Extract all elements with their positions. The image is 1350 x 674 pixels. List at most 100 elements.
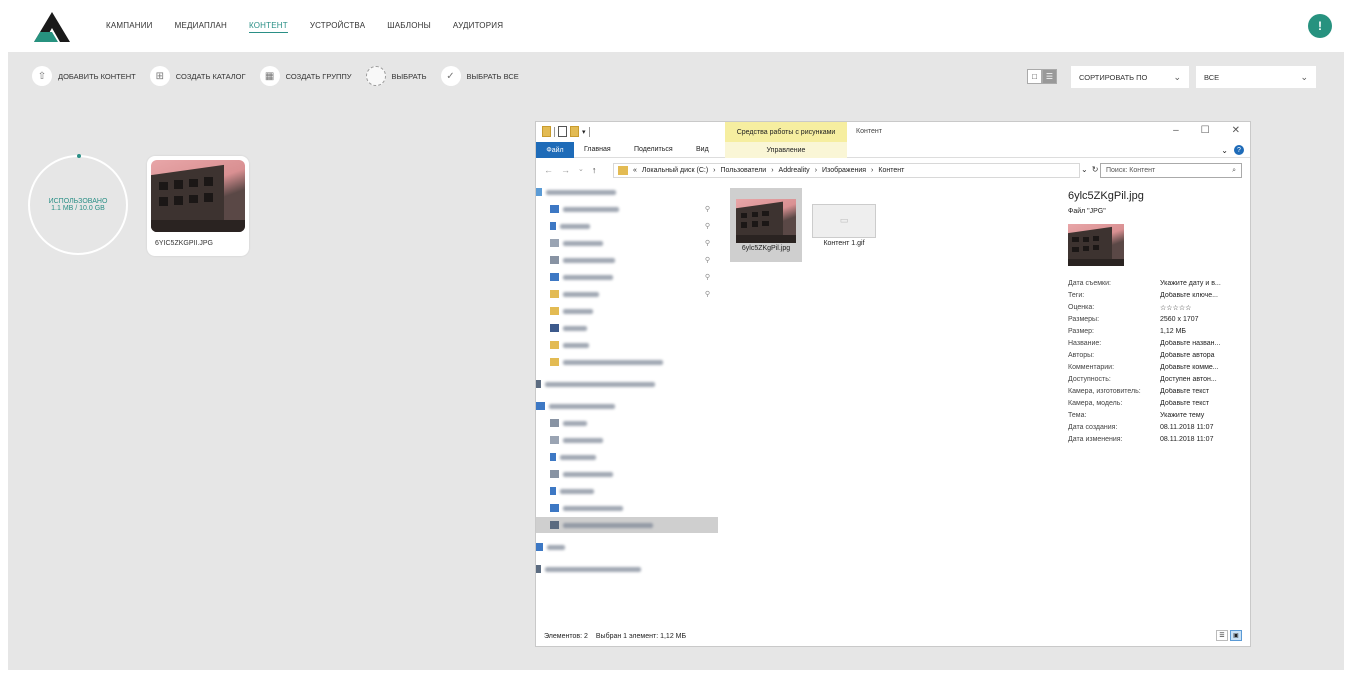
history-dropdown-icon[interactable]: ⌄ — [1081, 165, 1088, 174]
select-all-button[interactable]: ✓ ВЫБРАТЬ ВСЕ — [440, 66, 519, 86]
property-row[interactable]: Тема: Укажите тему — [1068, 412, 1246, 419]
sort-dropdown[interactable]: СОРТИРОВАТЬ ПО ⌄ — [1071, 66, 1189, 88]
rating-stars[interactable]: ☆☆☆☆☆ — [1160, 304, 1246, 312]
filter-dropdown[interactable]: ВСЕ ⌄ — [1196, 66, 1316, 88]
ribbon-tab-view[interactable]: Вид — [696, 146, 709, 153]
add-content-label: ДОБАВИТЬ КОНТЕНТ — [58, 71, 136, 81]
forward-arrow-icon[interactable]: → — [561, 165, 570, 175]
tree-item[interactable] — [536, 415, 718, 431]
pin-icon: ⚲ — [704, 240, 710, 247]
recent-dropdown-icon[interactable]: ⌄ — [578, 165, 584, 175]
tree-item[interactable] — [536, 539, 718, 555]
minimize-icon[interactable]: – — [1173, 125, 1179, 136]
ribbon-tab-manage[interactable]: Управление — [725, 142, 847, 158]
property-row[interactable]: Название: Добавьте назван... — [1068, 340, 1246, 347]
nav-mediaplan[interactable]: МЕДИАПЛАН — [175, 21, 227, 33]
grid-view-icon[interactable]: □ — [1027, 69, 1042, 84]
close-icon[interactable]: ✕ — [1232, 125, 1240, 136]
create-folder-button[interactable]: ⊞ СОЗДАТЬ КАТАЛОГ — [149, 66, 246, 86]
select-circle-icon — [365, 66, 386, 86]
tree-item-selected[interactable] — [536, 517, 718, 533]
add-content-button[interactable]: ⇧ ДОБАВИТЬ КОНТЕНТ — [32, 66, 136, 86]
building-image — [151, 160, 245, 232]
tree-item[interactable] — [536, 376, 718, 392]
chevron-down-icon[interactable]: ⌄ — [1221, 146, 1228, 155]
explorer-window-title: Контент — [856, 128, 882, 135]
tree-item[interactable] — [536, 500, 718, 516]
nav-templates[interactable]: ШАБЛОНЫ — [387, 21, 431, 33]
file-item-jpg[interactable]: 6ylc5ZKgPil.jpg — [730, 188, 802, 262]
tree-item[interactable]: ⚲ — [536, 235, 718, 251]
search-placeholder: Поиск: Контент — [1106, 167, 1156, 174]
ribbon-tab-share[interactable]: Поделиться — [634, 146, 673, 153]
file-item-gif[interactable]: ▭ Контент 1.gif — [808, 188, 880, 262]
up-arrow-icon[interactable]: ↑ — [592, 165, 597, 175]
tree-item[interactable] — [536, 483, 718, 499]
nav-campaigns[interactable]: КАМПАНИИ — [106, 21, 153, 33]
large-icons-view-icon[interactable]: ▣ — [1230, 630, 1242, 641]
folder-icon — [618, 166, 628, 175]
tree-item[interactable] — [536, 184, 718, 200]
breadcrumb-images[interactable]: Изображения — [822, 167, 866, 174]
maximize-icon[interactable]: ☐ — [1201, 125, 1210, 136]
view-mode-buttons: ☰ ▣ — [1216, 630, 1242, 641]
tree-item[interactable] — [536, 320, 718, 336]
picture-tools-tab[interactable]: Средства работы с рисунками — [725, 122, 847, 142]
property-row[interactable]: Дата съемки: Укажите дату и в... — [1068, 280, 1246, 287]
properties-icon[interactable] — [558, 126, 567, 137]
tree-item[interactable] — [536, 337, 718, 353]
user-menu-icon[interactable]: ! — [1308, 14, 1332, 38]
property-value: Добавьте ключе... — [1160, 292, 1218, 299]
breadcrumb-drive[interactable]: Локальный диск (C:) — [642, 167, 708, 174]
breadcrumb-separator: › — [771, 167, 774, 174]
app-logo-icon[interactable] — [32, 10, 72, 44]
list-view-icon[interactable]: ☰ — [1042, 69, 1057, 84]
property-row[interactable]: Авторы: Добавьте автора — [1068, 352, 1246, 359]
address-bar[interactable]: « Локальный диск (C:) › Пользователи › A… — [613, 163, 1080, 178]
details-file-type: Файл "JPG" — [1068, 208, 1106, 215]
property-row: Размер: 1,12 МБ — [1068, 328, 1246, 335]
refresh-icon[interactable]: ↻ — [1092, 165, 1099, 174]
content-card[interactable]: 6YIC5ZKGPII.JPG — [147, 156, 249, 256]
help-icon[interactable]: ? — [1234, 145, 1244, 155]
property-row[interactable]: Камера, модель: Добавьте текст — [1068, 400, 1246, 407]
tree-item[interactable]: ⚲ — [536, 252, 718, 268]
breadcrumb-content[interactable]: Контент — [878, 167, 904, 174]
details-view-icon[interactable]: ☰ — [1216, 630, 1228, 641]
back-arrow-icon[interactable]: ← — [544, 165, 553, 175]
breadcrumb-users[interactable]: Пользователи — [721, 167, 767, 174]
property-row[interactable]: Теги: Добавьте ключе... — [1068, 292, 1246, 299]
dropdown-arrow-icon[interactable]: ▾ — [582, 128, 586, 136]
usage-value: 1.1 MB / 10.0 GB — [51, 205, 105, 212]
select-button[interactable]: ВЫБРАТЬ — [365, 66, 427, 86]
tree-item[interactable] — [536, 398, 718, 414]
tree-item[interactable] — [536, 449, 718, 465]
ribbon-tab-home[interactable]: Главная — [584, 146, 611, 153]
sort-label: СОРТИРОВАТЬ ПО — [1079, 72, 1148, 82]
tree-item[interactable] — [536, 432, 718, 448]
new-folder-icon[interactable] — [570, 126, 579, 137]
tree-item[interactable] — [536, 561, 718, 577]
ribbon-tab-file[interactable]: Файл — [536, 142, 574, 158]
property-row[interactable]: Комментарии: Добавьте комме... — [1068, 364, 1246, 371]
nav-content[interactable]: КОНТЕНТ — [248, 21, 288, 33]
breadcrumb-addreality[interactable]: Addreality — [779, 167, 810, 174]
search-input[interactable]: Поиск: Контент ⌕ — [1100, 163, 1242, 178]
nav-audience[interactable]: АУДИТОРИЯ — [453, 21, 503, 33]
folder-icon[interactable] — [542, 126, 551, 137]
property-row[interactable]: Оценка: ☆☆☆☆☆ — [1068, 304, 1246, 312]
tree-item[interactable]: ⚲ — [536, 218, 718, 234]
nav-devices[interactable]: УСТРОЙСТВА — [310, 21, 365, 33]
tree-item[interactable] — [536, 354, 718, 370]
property-value: 08.11.2018 11:07 — [1160, 436, 1214, 443]
create-group-button[interactable]: ▦ СОЗДАТЬ ГРУППУ — [259, 66, 352, 86]
tree-item[interactable]: ⚲ — [536, 269, 718, 285]
tree-item[interactable] — [536, 466, 718, 482]
items-count: Элементов: 2 — [544, 633, 588, 640]
tree-item[interactable]: ⚲ — [536, 286, 718, 302]
property-value: Добавьте текст — [1160, 400, 1210, 407]
property-row[interactable]: Камера, изготовитель: Добавьте текст — [1068, 388, 1246, 395]
tree-item[interactable] — [536, 303, 718, 319]
pin-icon: ⚲ — [704, 274, 710, 281]
tree-item[interactable]: ⚲ — [536, 201, 718, 217]
